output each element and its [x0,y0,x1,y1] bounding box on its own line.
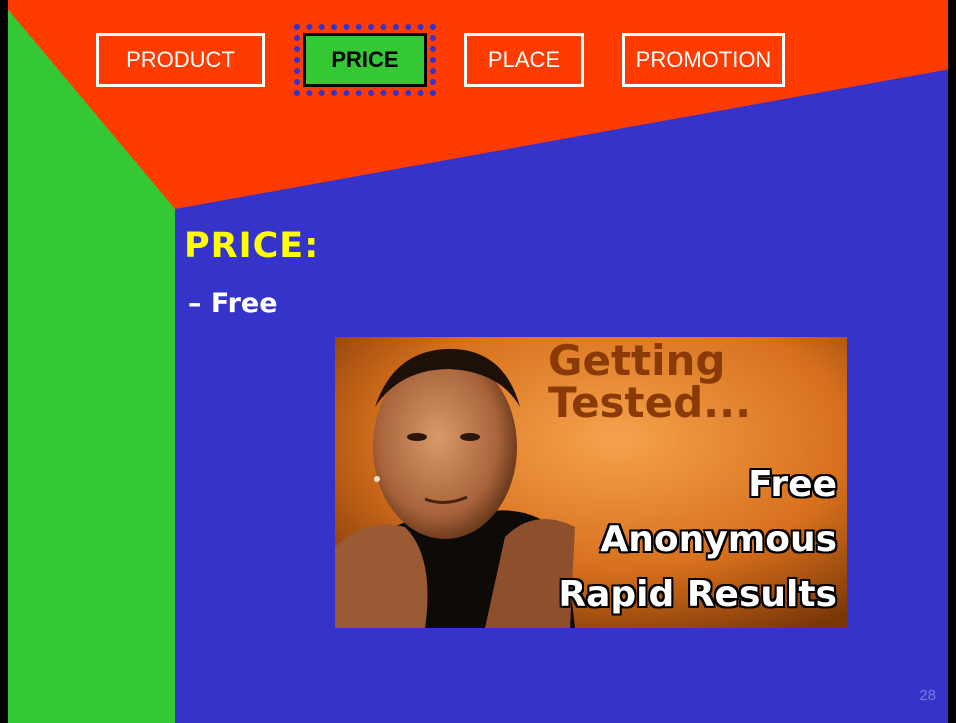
nav-button-promotion[interactable]: PROMOTION [622,33,785,87]
slide-heading: PRICE: [184,226,320,266]
slide-border-right [948,0,956,723]
nav-button-place[interactable]: PLACE [464,33,584,87]
slide: PRODUCT PRICE PLACE PROMOTION PRICE: – F… [0,0,956,723]
earring-shape [374,476,380,482]
page-number: 28 [919,687,936,704]
nav-label-product: PRODUCT [126,47,235,72]
shoulder-shape [335,524,428,628]
ad-banner-image: Getting Tested... Free Anonymous Rapid R… [335,337,847,628]
ad-text-free: Free [748,464,837,505]
slide-border-left [0,0,8,723]
nav-button-price[interactable]: PRICE [294,24,436,96]
left-eye [407,433,427,441]
ad-text-getting: Getting [548,337,726,385]
ad-text-rapid-results: Rapid Results [558,574,837,615]
nav-button-product[interactable]: PRODUCT [96,33,265,87]
bullet-item: – Free [188,288,278,319]
ad-text-anonymous: Anonymous [600,519,837,560]
nav-label-price: PRICE [331,47,399,72]
nav-label-promotion: PROMOTION [635,47,772,72]
nav-label-place: PLACE [487,47,561,72]
ad-text-tested: Tested... [548,378,752,427]
right-eye [460,433,480,441]
